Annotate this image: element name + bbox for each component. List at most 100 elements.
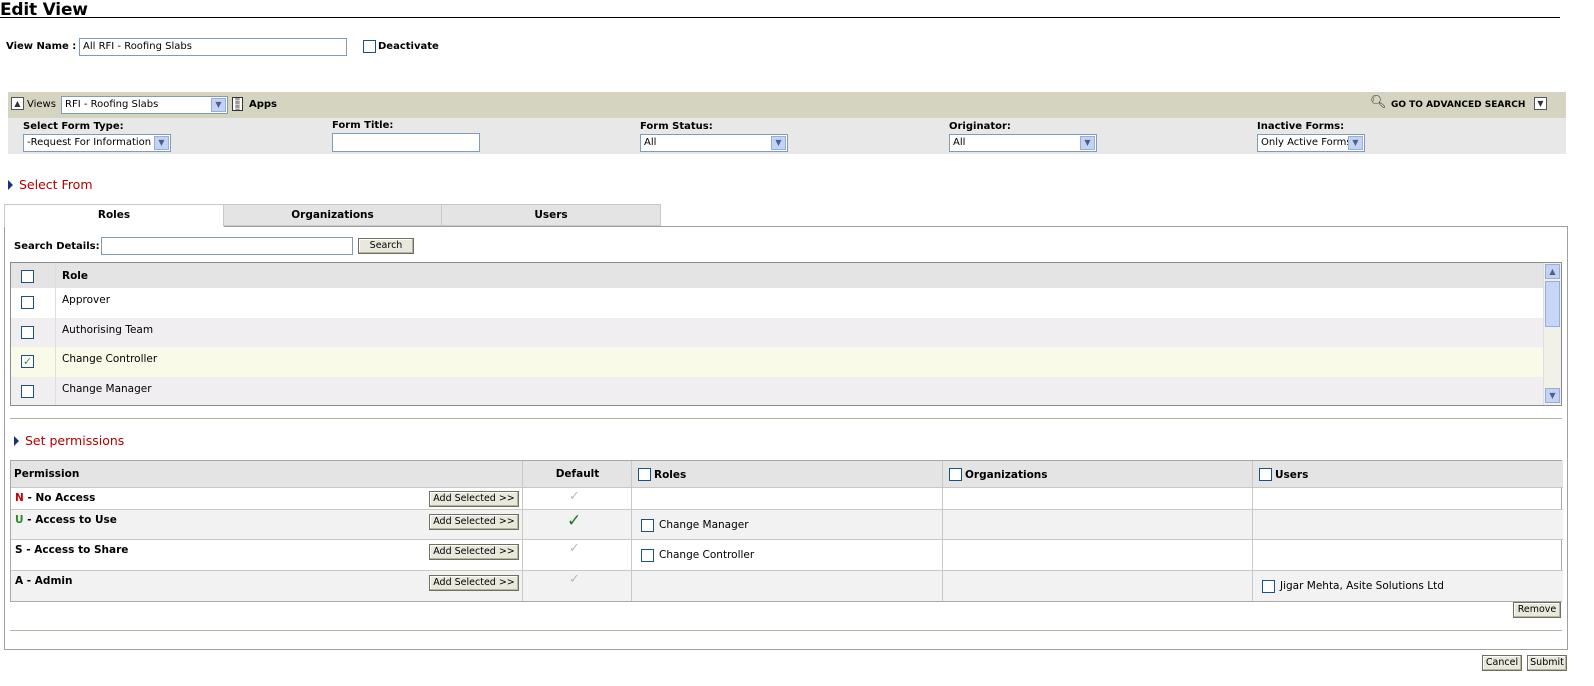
form-type-label: Select Form Type: xyxy=(23,121,124,132)
assigned-user-checkbox[interactable] xyxy=(1262,580,1275,593)
form-title-label: Form Title: xyxy=(332,120,394,131)
role-list-header: Role xyxy=(11,263,1544,288)
originator-select[interactable]: All ▼ xyxy=(949,134,1097,152)
checkmark-icon[interactable]: ✓ xyxy=(569,541,580,556)
permission-column-header: Permission xyxy=(11,461,523,488)
users-cell xyxy=(1253,540,1563,571)
roles-cell xyxy=(632,488,943,510)
form-status-value: All xyxy=(644,137,657,148)
roles-cell: Change Manager xyxy=(632,510,943,540)
permission-name: - Admin xyxy=(23,575,73,587)
advanced-search-link[interactable]: GO TO ADVANCED SEARCH xyxy=(1391,100,1525,110)
chevron-down-icon: ▼ xyxy=(771,136,786,150)
role-label: Authorising Team xyxy=(62,323,154,336)
expand-toggle-icon[interactable]: ▼ xyxy=(1534,97,1547,110)
search-details-input[interactable] xyxy=(101,237,353,255)
list-item[interactable]: Change Manager xyxy=(11,376,1544,405)
view-name-input[interactable]: All RFI - Roofing Slabs xyxy=(79,38,347,56)
deactivate-checkbox[interactable] xyxy=(363,40,376,53)
users-cell: Jigar Mehta, Asite Solutions Ltd xyxy=(1253,571,1563,601)
scroll-down-icon[interactable]: ▼ xyxy=(1545,388,1560,403)
permission-name: - Access to Use xyxy=(23,514,117,526)
list-item[interactable]: Authorising Team xyxy=(11,317,1544,347)
roles-cell: Change Controller xyxy=(632,540,943,571)
table-row: S - Access to Share Add Selected >> xyxy=(11,540,523,571)
divider xyxy=(10,630,1562,631)
permission-name: - No Access xyxy=(23,492,96,504)
role-label: Change Manager xyxy=(62,382,152,395)
deactivate-label: Deactivate xyxy=(378,41,439,52)
divider xyxy=(10,418,1562,419)
remove-button[interactable]: Remove xyxy=(1513,602,1561,618)
role-column-header: Role xyxy=(62,270,89,282)
role-checkbox[interactable] xyxy=(21,296,34,309)
checkmark-icon[interactable]: ✓ xyxy=(569,572,580,587)
add-selected-button[interactable]: Add Selected >> xyxy=(429,491,519,507)
permissions-table: Permission Default Roles Organizations U… xyxy=(10,460,1563,602)
assigned-role-label: Change Controller xyxy=(659,549,755,561)
list-item[interactable]: Change Controller xyxy=(11,347,1544,377)
users-cell xyxy=(1253,488,1563,510)
assigned-role-checkbox[interactable] xyxy=(641,519,654,532)
role-checkbox[interactable] xyxy=(21,355,34,368)
view-name-label: View Name : xyxy=(6,41,77,52)
expand-arrow-icon xyxy=(8,179,13,190)
list-item[interactable]: Approver xyxy=(11,288,1544,318)
role-checkbox[interactable] xyxy=(21,325,34,339)
select-all-users-checkbox[interactable] xyxy=(1259,468,1272,481)
organizations-cell xyxy=(943,571,1253,601)
scroll-thumb[interactable] xyxy=(1545,281,1560,327)
tab-users[interactable]: Users xyxy=(441,204,661,226)
cancel-button[interactable]: Cancel xyxy=(1482,655,1522,671)
form-type-value: -Request For Information xyxy=(27,137,152,148)
submit-button[interactable]: Submit xyxy=(1527,655,1567,671)
role-label: Change Controller xyxy=(62,353,158,365)
default-cell[interactable]: ✓ xyxy=(523,540,632,571)
default-column-header: Default xyxy=(523,461,632,488)
form-status-label: Form Status: xyxy=(640,121,713,132)
apps-icon[interactable]: ≡ ≡ ≡ xyxy=(232,97,243,112)
role-checkbox[interactable] xyxy=(21,384,34,398)
tab-roles[interactable]: Roles xyxy=(4,204,224,227)
add-selected-button[interactable]: Add Selected >> xyxy=(429,514,519,530)
set-permissions-title: Set permissions xyxy=(25,433,125,448)
select-from-title: Select From xyxy=(19,177,93,192)
add-selected-button[interactable]: Add Selected >> xyxy=(429,544,519,560)
originator-label: Originator: xyxy=(949,121,1011,132)
search-details-label: Search Details: xyxy=(14,241,100,252)
select-all-roles-checkbox[interactable] xyxy=(638,468,651,481)
tab-organizations[interactable]: Organizations xyxy=(223,204,442,226)
roles-cell xyxy=(632,571,943,601)
checkmark-icon[interactable]: ✓ xyxy=(569,489,580,504)
apps-label[interactable]: Apps xyxy=(249,99,277,110)
select-from-heading[interactable]: Select From xyxy=(8,177,93,192)
organizations-cell xyxy=(943,488,1253,510)
permission-code: U xyxy=(15,514,24,526)
form-type-select[interactable]: -Request For Information ▼ xyxy=(23,134,171,152)
role-label: Approver xyxy=(62,294,111,306)
assigned-user-label: Jigar Mehta, Asite Solutions Ltd xyxy=(1280,580,1444,592)
views-select[interactable]: RFI - Roofing Slabs ▼ xyxy=(61,96,228,114)
table-row: N - No Access Add Selected >> xyxy=(11,488,523,510)
add-selected-button[interactable]: Add Selected >> xyxy=(429,575,519,591)
originator-value: All xyxy=(953,137,966,148)
default-cell[interactable]: ✓ xyxy=(523,510,632,540)
collapse-toggle-icon[interactable]: ▲ xyxy=(11,97,24,110)
scrollbar[interactable]: ▲ ▼ xyxy=(1543,263,1561,405)
form-title-input[interactable] xyxy=(332,133,480,152)
select-all-roles-checkbox[interactable] xyxy=(21,270,34,283)
organizations-cell xyxy=(943,540,1253,571)
inactive-forms-select[interactable]: Only Active Forms ▼ xyxy=(1257,134,1365,152)
set-permissions-heading[interactable]: Set permissions xyxy=(14,433,124,448)
search-icon[interactable]: 🔍︎ xyxy=(1370,95,1387,110)
select-all-organizations-checkbox[interactable] xyxy=(949,468,962,481)
checkmark-icon[interactable]: ✓ xyxy=(567,511,581,531)
scroll-up-icon[interactable]: ▲ xyxy=(1545,264,1560,279)
assigned-role-checkbox[interactable] xyxy=(641,549,654,562)
form-status-select[interactable]: All ▼ xyxy=(640,134,788,152)
search-button[interactable]: Search xyxy=(358,238,414,254)
organizations-cell xyxy=(943,510,1253,540)
default-cell[interactable]: ✓ xyxy=(523,488,632,510)
default-cell[interactable]: ✓ xyxy=(523,571,632,601)
permission-name: - Access to Share xyxy=(22,544,129,556)
